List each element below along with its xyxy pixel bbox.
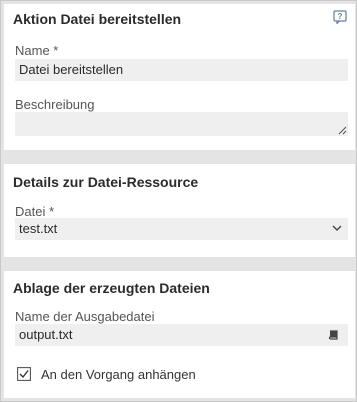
- action-panel-title: Aktion Datei bereitstellen: [13, 11, 182, 27]
- resource-panel-title: Details zur Datei-Ressource: [13, 174, 199, 190]
- resize-grip-icon[interactable]: [338, 126, 347, 135]
- output-panel-title: Ablage der erzeugten Dateien: [13, 280, 210, 296]
- file-label: Datei *: [15, 204, 55, 219]
- action-panel: Aktion Datei bereitstellen ? Name * Date…: [4, 4, 355, 150]
- svg-text:?: ?: [338, 12, 343, 21]
- resource-panel: Details zur Datei-Ressource Datei * test…: [4, 164, 355, 257]
- output-panel: Ablage der erzeugten Dateien Name der Au…: [4, 271, 355, 398]
- book-icon[interactable]: [328, 330, 339, 341]
- file-select[interactable]: test.txt: [15, 218, 348, 240]
- attach-checkbox-label: An den Vorgang anhängen: [41, 367, 196, 382]
- help-icon[interactable]: ?: [333, 10, 347, 24]
- output-name-value: output.txt: [19, 327, 73, 342]
- name-input[interactable]: Datei bereitstellen: [15, 59, 348, 81]
- attach-checkbox[interactable]: [17, 367, 31, 381]
- name-label: Name *: [15, 43, 59, 58]
- description-textarea[interactable]: [15, 112, 348, 136]
- file-select-value: test.txt: [19, 221, 58, 236]
- output-name-input[interactable]: output.txt: [15, 324, 348, 346]
- dialog-frame: Aktion Datei bereitstellen ? Name * Date…: [0, 0, 357, 402]
- chevron-down-icon: [332, 225, 342, 231]
- description-label: Beschreibung: [15, 97, 95, 112]
- output-name-label: Name der Ausgabedatei: [15, 309, 155, 324]
